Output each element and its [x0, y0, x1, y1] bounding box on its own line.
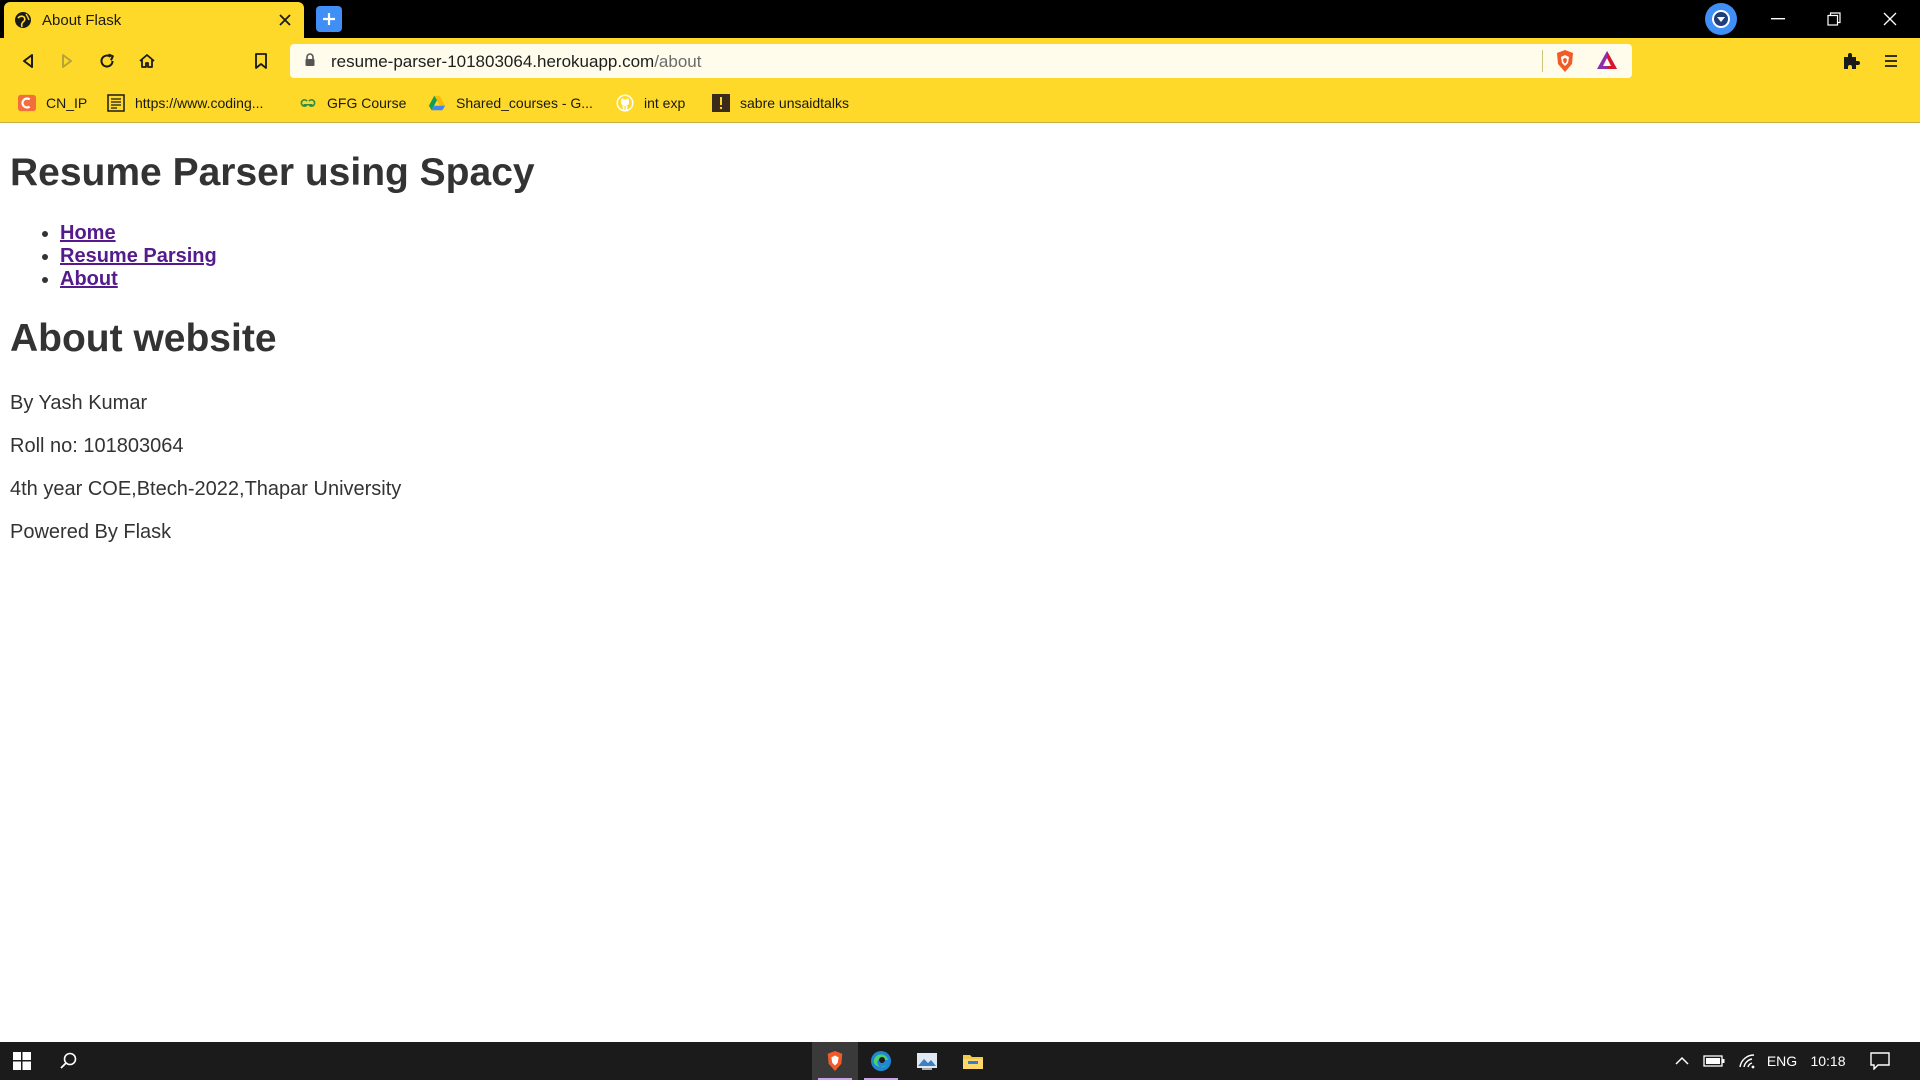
taskbar: ENG 10:18	[0, 1042, 1920, 1080]
page-icon	[107, 94, 125, 112]
bookmark-int-exp[interactable]: int exp	[616, 91, 685, 115]
browser-toolbar: resume-parser-101803064.herokuapp.com/ab…	[0, 38, 1920, 83]
profile-icon[interactable]	[1705, 3, 1737, 35]
brave-shields-icon[interactable]	[1554, 49, 1576, 78]
close-window-icon[interactable]	[1862, 0, 1918, 38]
drive-icon	[428, 94, 446, 112]
search-icon[interactable]	[46, 1042, 90, 1080]
author-text: By Yash Kumar	[10, 392, 148, 414]
cn-icon	[18, 94, 36, 112]
lock-icon	[304, 53, 316, 72]
github-icon	[616, 94, 634, 112]
plus-icon[interactable]	[316, 6, 342, 32]
bookmark-coding[interactable]: https://www.coding...	[107, 91, 263, 115]
file-explorer-icon[interactable]	[950, 1042, 996, 1080]
bookmark-cn-ip[interactable]: CN_IP	[18, 91, 87, 115]
bookmark-label: https://www.coding...	[135, 95, 264, 111]
bookmark-sabre-unsaidtalks[interactable]: sabre unsaidtalks	[712, 91, 849, 115]
reload-icon[interactable]	[94, 48, 120, 74]
restore-icon[interactable]	[1806, 0, 1862, 38]
bookmark-label: GFG Course	[327, 95, 407, 111]
bookmark-icon[interactable]	[248, 48, 274, 74]
section-heading: About website	[10, 317, 277, 360]
nav-link-resume-parsing[interactable]: Resume Parsing	[60, 245, 217, 267]
close-icon[interactable]	[276, 11, 294, 29]
bookmark-label: int exp	[644, 95, 686, 111]
edge-icon[interactable]	[858, 1042, 904, 1080]
bookmark-label: CN_IP	[46, 95, 88, 111]
url-text: resume-parser-101803064.herokuapp.com/ab…	[331, 52, 701, 72]
tab-strip: About Flask	[0, 0, 1920, 38]
minimize-icon[interactable]	[1750, 0, 1806, 38]
bookmark-shared-courses[interactable]: Shared_courses - G...	[428, 91, 593, 115]
gfg-icon	[299, 94, 317, 112]
wifi-icon[interactable]	[1734, 1042, 1762, 1080]
nav-item-home: Home	[60, 222, 217, 245]
omnibox-divider	[1542, 50, 1543, 72]
course-text: 4th year COE,Btech-2022,Thapar Universit…	[10, 478, 402, 500]
bookmark-label: Shared_courses - G...	[456, 95, 593, 111]
powered-by-text: Powered By Flask	[10, 521, 172, 543]
nav-item-about: About	[60, 268, 217, 291]
photos-icon[interactable]	[904, 1042, 950, 1080]
roll-number-text: Roll no: 101803064	[10, 435, 184, 457]
nav-link-about[interactable]: About	[60, 268, 118, 290]
nav-item-resume-parsing: Resume Parsing	[60, 245, 217, 268]
home-icon[interactable]	[134, 48, 160, 74]
tab-title: About Flask	[42, 11, 122, 29]
tab-about-flask[interactable]: About Flask	[4, 2, 304, 38]
address-bar[interactable]: resume-parser-101803064.herokuapp.com/ab…	[290, 44, 1632, 78]
brave-icon[interactable]	[812, 1042, 858, 1080]
globe-icon	[14, 11, 32, 29]
windows-start-icon[interactable]	[0, 1042, 44, 1080]
extensions-icon[interactable]	[1838, 48, 1864, 74]
nav-list: Home Resume Parsing About	[60, 222, 217, 291]
page-title: Resume Parser using Spacy	[10, 151, 535, 194]
brave-rewards-icon[interactable]	[1596, 50, 1618, 75]
url-path: /about	[654, 52, 702, 71]
language-indicator[interactable]: ENG	[1762, 1042, 1802, 1080]
notifications-icon[interactable]	[1862, 1042, 1898, 1080]
clock[interactable]: 10:18	[1806, 1042, 1850, 1080]
forward-icon[interactable]	[54, 48, 80, 74]
web-page: Resume Parser using Spacy Home Resume Pa…	[0, 124, 1920, 1042]
bookmarks-bar: CN_IP https://www.coding... GFG Course S…	[0, 83, 1920, 123]
menu-icon[interactable]	[1878, 48, 1904, 74]
back-icon[interactable]	[15, 48, 41, 74]
bookmark-site-icon	[712, 94, 730, 112]
url-host: resume-parser-101803064.herokuapp.com	[331, 52, 655, 71]
bookmark-gfg-course[interactable]: GFG Course	[299, 91, 406, 115]
battery-icon[interactable]	[1700, 1042, 1728, 1080]
bookmark-label: sabre unsaidtalks	[740, 95, 849, 111]
chevron-up-icon[interactable]	[1670, 1042, 1694, 1080]
nav-link-home[interactable]: Home	[60, 222, 116, 244]
